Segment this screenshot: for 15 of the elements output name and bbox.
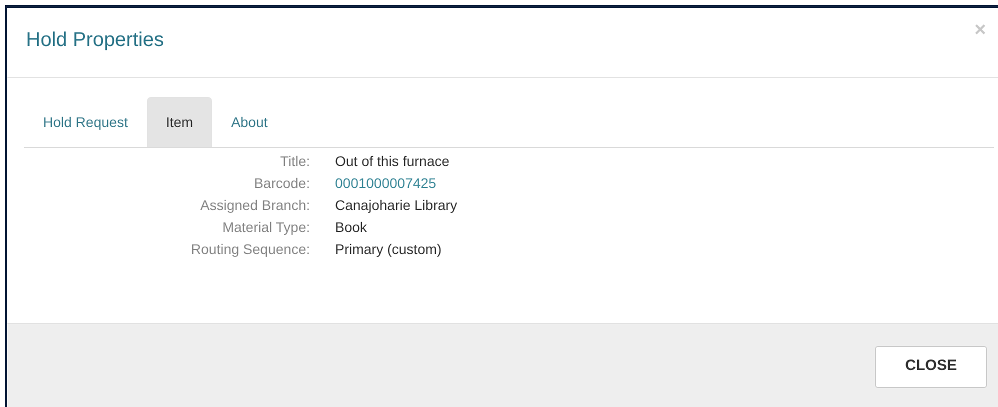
field-label: Title:	[279, 152, 310, 170]
dialog-title: Hold Properties	[26, 28, 164, 53]
tab[interactable]: Hold Request	[24, 97, 147, 147]
tab[interactable]: Item	[146, 97, 212, 147]
field-label: Routing Sequence:	[190, 240, 310, 259]
field-label: Barcode:	[252, 174, 310, 192]
field-label: Assigned Branch:	[199, 196, 310, 215]
field-value: Book	[335, 218, 367, 236]
field-value: Canajoharie Library	[335, 196, 458, 215]
field-label: Material Type:	[221, 218, 310, 237]
barcode-link[interactable]: 0001000007425	[335, 172, 436, 194]
field-value: Primary (custom)	[335, 240, 442, 259]
field-value: Out of this furnace	[335, 152, 450, 170]
tab[interactable]: About	[212, 97, 287, 147]
close-button[interactable]: CLOSE	[875, 346, 987, 388]
